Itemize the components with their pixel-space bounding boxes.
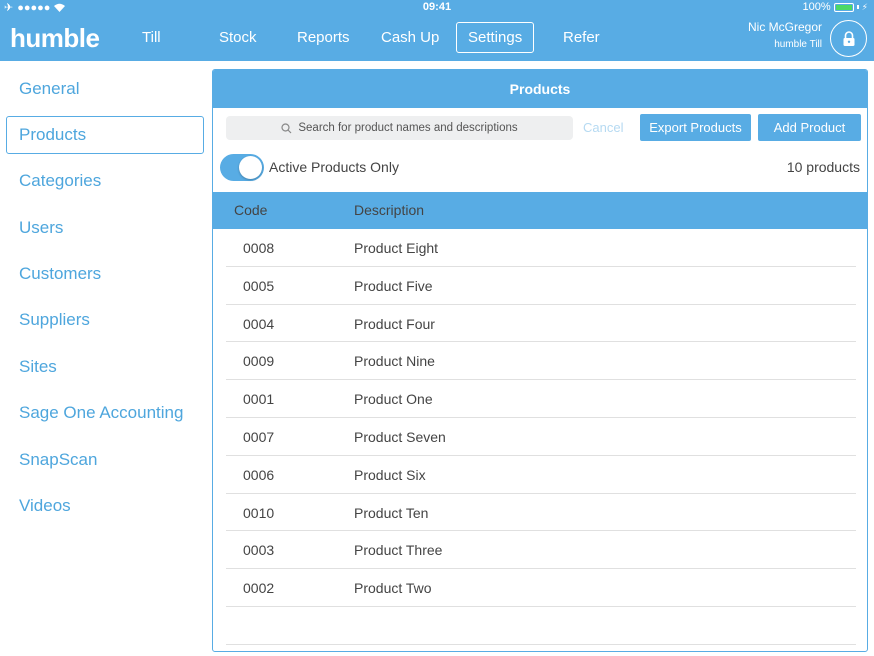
- table-row[interactable]: 0006 Product Six: [226, 456, 856, 494]
- toggle-label: Active Products Only: [269, 159, 399, 175]
- products-panel: Products Search for product names and de…: [212, 69, 868, 652]
- cell-code: 0007: [243, 428, 275, 445]
- user-name: Nic McGregor: [747, 20, 822, 34]
- sidebar-item-users[interactable]: Users: [6, 209, 204, 247]
- cell-code: 0006: [243, 466, 275, 483]
- cell-description: Product Six: [354, 466, 426, 483]
- table-row[interactable]: 0003 Product Three: [226, 531, 856, 570]
- battery-tip: [856, 5, 859, 9]
- table-row[interactable]: 0007 Product Seven: [226, 418, 856, 456]
- nav-till[interactable]: Till: [142, 22, 161, 53]
- sidebar-item-sites[interactable]: Sites: [6, 348, 204, 386]
- toggle-knob: [239, 156, 262, 179]
- add-product-button[interactable]: Add Product: [758, 114, 861, 141]
- cell-description: Product Eight: [354, 240, 439, 256]
- cancel-button[interactable]: Cancel: [583, 116, 623, 140]
- cell-description: Product Two: [354, 580, 432, 597]
- cell-code: 0003: [243, 542, 275, 559]
- column-header-description[interactable]: Description: [354, 202, 424, 218]
- table-row[interactable]: 0005 Product Five: [226, 267, 856, 305]
- cell-code: 0004: [243, 315, 275, 332]
- sidebar-item-categories[interactable]: Categories: [6, 162, 204, 200]
- product-count: 10 products: [786, 159, 860, 175]
- table-row[interactable]: 0001 Product One: [226, 380, 856, 418]
- cell-description: Product Seven: [354, 428, 446, 445]
- nav-stock[interactable]: Stock: [219, 22, 257, 53]
- cell-description: Product Ten: [354, 504, 429, 521]
- charging-icon: ⚡: [861, 1, 868, 12]
- cell-code: 0009: [243, 353, 275, 370]
- export-products-button[interactable]: Export Products: [640, 114, 751, 141]
- products-table: 0008 Product Eight 0005 Product Five 0004 P…: [226, 229, 856, 645]
- cell-description: Product Three: [354, 542, 443, 559]
- empty-row: [226, 607, 856, 645]
- sidebar-item-snapscan[interactable]: SnapScan: [6, 441, 204, 479]
- cell-description: Product Five: [354, 277, 433, 294]
- sidebar-item-general[interactable]: General: [6, 70, 204, 108]
- status-time: 09:41: [422, 1, 452, 13]
- search-icon: [281, 122, 292, 133]
- sidebar-item-products[interactable]: Products: [6, 116, 204, 154]
- sidebar-item-customers[interactable]: Customers: [6, 255, 204, 293]
- search-placeholder: Search for product names and description…: [298, 122, 518, 134]
- lock-button[interactable]: [830, 20, 867, 57]
- nav-cash-up[interactable]: Cash Up: [381, 22, 439, 53]
- lock-icon: [843, 30, 854, 46]
- cell-description: Product Four: [354, 315, 435, 332]
- cell-description: Product One: [354, 391, 433, 408]
- brand-logo[interactable]: humble: [10, 23, 100, 54]
- table-row[interactable]: 0009 Product Nine: [226, 342, 856, 381]
- user-till: humble Till: [774, 39, 822, 50]
- sidebar-item-sage-one-accounting[interactable]: Sage One Accounting: [6, 394, 204, 432]
- status-right: 100% ⚡: [803, 1, 868, 13]
- table-row[interactable]: 0002 Product Two: [226, 569, 856, 607]
- column-header-code[interactable]: Code: [234, 202, 267, 218]
- cell-code: 0002: [243, 580, 275, 597]
- search-input[interactable]: Search for product names and description…: [226, 116, 573, 140]
- cell-code: 0008: [243, 240, 275, 256]
- active-products-toggle[interactable]: [220, 154, 264, 181]
- cell-code: 0010: [243, 504, 275, 521]
- panel-title: Products: [213, 70, 867, 108]
- table-row[interactable]: 0010 Product Ten: [226, 494, 856, 532]
- nav-refer[interactable]: Refer: [563, 22, 600, 53]
- cell-code: 0005: [243, 277, 275, 294]
- nav-reports[interactable]: Reports: [297, 22, 350, 53]
- battery-percent: 100%: [802, 1, 831, 13]
- table-row[interactable]: 0004 Product Four: [226, 305, 856, 343]
- sidebar-item-videos[interactable]: Videos: [6, 487, 204, 525]
- settings-sidebar: General Products Categories Users Custom…: [0, 61, 212, 656]
- cell-description: Product Nine: [354, 353, 435, 370]
- battery-icon: [833, 2, 854, 12]
- table-header: Code Description: [213, 192, 867, 229]
- status-bar: ✈ ●●●●● 09:41 100% ⚡: [0, 0, 874, 15]
- nav-settings[interactable]: Settings: [456, 22, 535, 53]
- table-row[interactable]: 0008 Product Eight: [226, 229, 856, 267]
- app-header: ✈ ●●●●● 09:41 100% ⚡ humble Till Stock R…: [0, 0, 874, 61]
- sidebar-item-suppliers[interactable]: Suppliers: [6, 301, 204, 339]
- cell-code: 0001: [243, 391, 275, 408]
